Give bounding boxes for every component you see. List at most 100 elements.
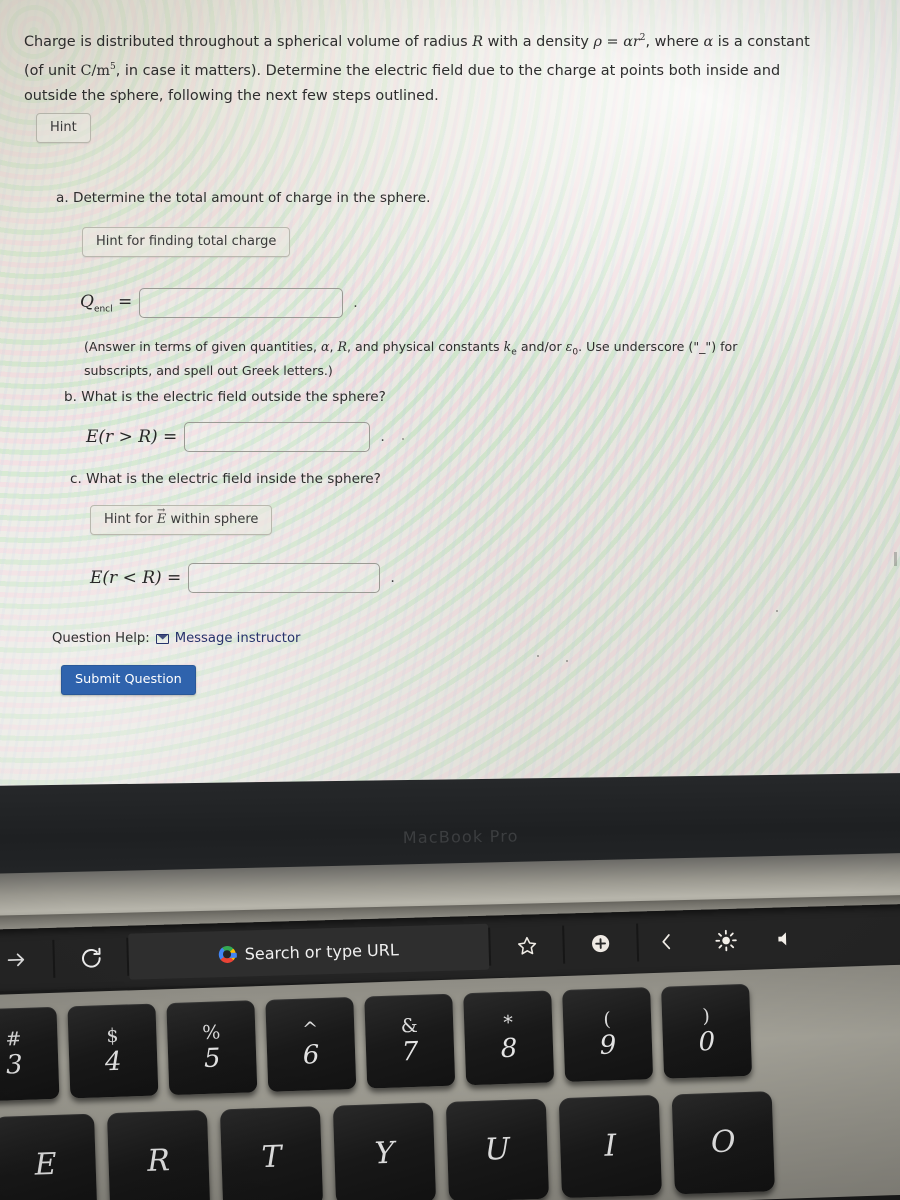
key-9-shift-label: ( <box>603 1008 612 1031</box>
key-5[interactable]: % 5 <box>166 1000 258 1096</box>
key-0-label: 0 <box>698 1026 716 1058</box>
key-9-label: 9 <box>599 1030 617 1061</box>
dust-speck <box>776 610 778 612</box>
macbook-pro-label: MacBook Pro <box>402 826 519 848</box>
key-e-label: E <box>34 1146 58 1183</box>
key-r-label: R <box>146 1143 171 1179</box>
hint-button[interactable]: Hint <box>36 113 91 143</box>
courseware-page: Charge is distributed throughout a spher… <box>0 0 900 800</box>
key-6-shift-label: ^ <box>301 1018 319 1041</box>
key-y-label: Y <box>373 1135 395 1172</box>
key-e[interactable]: E <box>0 1113 98 1200</box>
unit-coulomb: C <box>80 62 92 79</box>
part-a-period: . <box>353 295 358 311</box>
reload-icon <box>81 947 101 968</box>
chevron-left-icon <box>662 934 671 950</box>
laptop-keyboard: #3 $4 % 5 ^ 6 & 7 * 8 (9 ) 0 E R T Y U I O <box>0 962 900 1200</box>
key-3-label: 3 <box>5 1049 24 1081</box>
touchbar-search-placeholder: Search or type URL <box>244 939 399 964</box>
e-inside-label: E(r < R) = <box>90 568 182 588</box>
part-c-answer-row: E(r < R) = . <box>90 563 395 593</box>
brightness-icon <box>714 929 737 951</box>
speaker-icon <box>777 931 786 945</box>
key-8-shift-label: * <box>503 1011 514 1034</box>
plus-circle-icon <box>592 934 610 953</box>
e-inside-input[interactable] <box>188 563 381 593</box>
key-u[interactable]: U <box>445 1098 550 1200</box>
answer-format-note: (Answer in terms of given quantities, α,… <box>84 338 784 380</box>
dust-speck <box>537 655 539 657</box>
keyboard-number-row: #3 $4 % 5 ^ 6 & 7 * 8 (9 ) 0 <box>0 983 753 1102</box>
key-u-label: U <box>484 1131 511 1168</box>
key-0[interactable]: ) 0 <box>661 983 753 1079</box>
e-vector-symbol: → E <box>156 505 167 527</box>
key-o-label: O <box>710 1124 737 1161</box>
key-8[interactable]: * 8 <box>463 990 555 1086</box>
key-7-shift-label: & <box>400 1014 419 1038</box>
touchbar-newtab-button[interactable] <box>564 920 637 968</box>
qencl-input[interactable] <box>139 288 344 318</box>
unit-meter: m <box>96 62 111 79</box>
touchbar-forward-button[interactable] <box>0 936 53 984</box>
touchbar-collapse-button[interactable] <box>638 918 695 966</box>
touchbar-bookmark-button[interactable] <box>490 922 563 970</box>
monitor-screen: Charge is distributed throughout a spher… <box>0 0 900 800</box>
note-R: R <box>337 339 347 354</box>
keyboard-letter-row: E R T Y U I O <box>0 1091 775 1200</box>
note-part2: , and physical constants <box>346 339 504 354</box>
e-outside-input[interactable] <box>184 422 371 452</box>
touchbar-brightness-button[interactable] <box>694 916 757 964</box>
key-y[interactable]: Y <box>332 1102 437 1200</box>
scrollbar-mark[interactable] <box>894 552 897 566</box>
qencl-label: Qencl = <box>80 291 133 315</box>
dust-speck <box>402 438 404 440</box>
touchbar-reload-button[interactable] <box>54 934 127 982</box>
key-4[interactable]: $4 <box>67 1003 159 1099</box>
note-part3: and/or <box>516 339 566 354</box>
question-text-part5: , in case it matters). Determine the ele… <box>24 62 781 104</box>
key-8-label: 8 <box>500 1033 518 1065</box>
key-i-label: I <box>603 1128 617 1164</box>
radius-symbol: R <box>472 33 484 50</box>
part-a-answer-row: Qencl = . <box>80 288 358 318</box>
hint-total-charge-button[interactable]: Hint for finding total charge <box>82 227 291 257</box>
equals-sign: = <box>601 33 624 50</box>
submit-question-button[interactable]: Submit Question <box>61 665 196 695</box>
question-help: Question Help: Message instructor <box>52 631 300 646</box>
part-b-period: . <box>380 429 385 445</box>
alpha-symbol: α <box>623 33 633 50</box>
star-icon <box>517 936 536 955</box>
key-3[interactable]: #3 <box>0 1006 60 1102</box>
question-help-label: Question Help: <box>52 631 150 646</box>
key-6-label: 6 <box>302 1040 320 1071</box>
key-7-label: 7 <box>401 1036 419 1068</box>
key-5-shift-label: % <box>201 1021 221 1044</box>
key-r[interactable]: R <box>106 1109 211 1200</box>
question-text-part2: with a density <box>483 33 594 50</box>
key-i[interactable]: I <box>558 1094 662 1199</box>
key-9[interactable]: (9 <box>562 987 654 1082</box>
question-text-part1: Charge is distributed throughout a spher… <box>24 33 473 50</box>
key-5-label: 5 <box>203 1043 221 1074</box>
key-t[interactable]: T <box>219 1106 324 1200</box>
touchbar-volume-button[interactable] <box>756 915 815 963</box>
dust-speck <box>566 660 568 662</box>
part-b-answer-row: E(r > R) = . <box>86 422 385 452</box>
key-3-shift-label: # <box>5 1027 22 1051</box>
hint-e-within-sphere-button[interactable]: Hint for → E within sphere <box>90 505 273 535</box>
arrow-right-icon <box>7 953 25 967</box>
part-c-period: . <box>390 570 395 586</box>
key-7[interactable]: & 7 <box>364 993 456 1089</box>
google-icon <box>218 945 236 963</box>
photo-of-laptop-screen: Charge is distributed throughout a spher… <box>0 0 900 1200</box>
question-statement: Charge is distributed throughout a spher… <box>24 26 824 109</box>
e-outside-label: E(r > R) = <box>86 427 178 447</box>
key-o[interactable]: O <box>671 1091 775 1195</box>
message-instructor-link[interactable]: Message instructor <box>175 631 301 646</box>
r-symbol: r <box>632 33 640 50</box>
touchbar-search-field[interactable]: Search or type URL <box>128 923 490 980</box>
key-4-shift-label: $ <box>106 1024 119 1048</box>
part-a-label: a. Determine the total amount of charge … <box>56 190 431 206</box>
key-6[interactable]: ^ 6 <box>265 996 357 1092</box>
alpha-symbol-2: α <box>703 33 714 50</box>
